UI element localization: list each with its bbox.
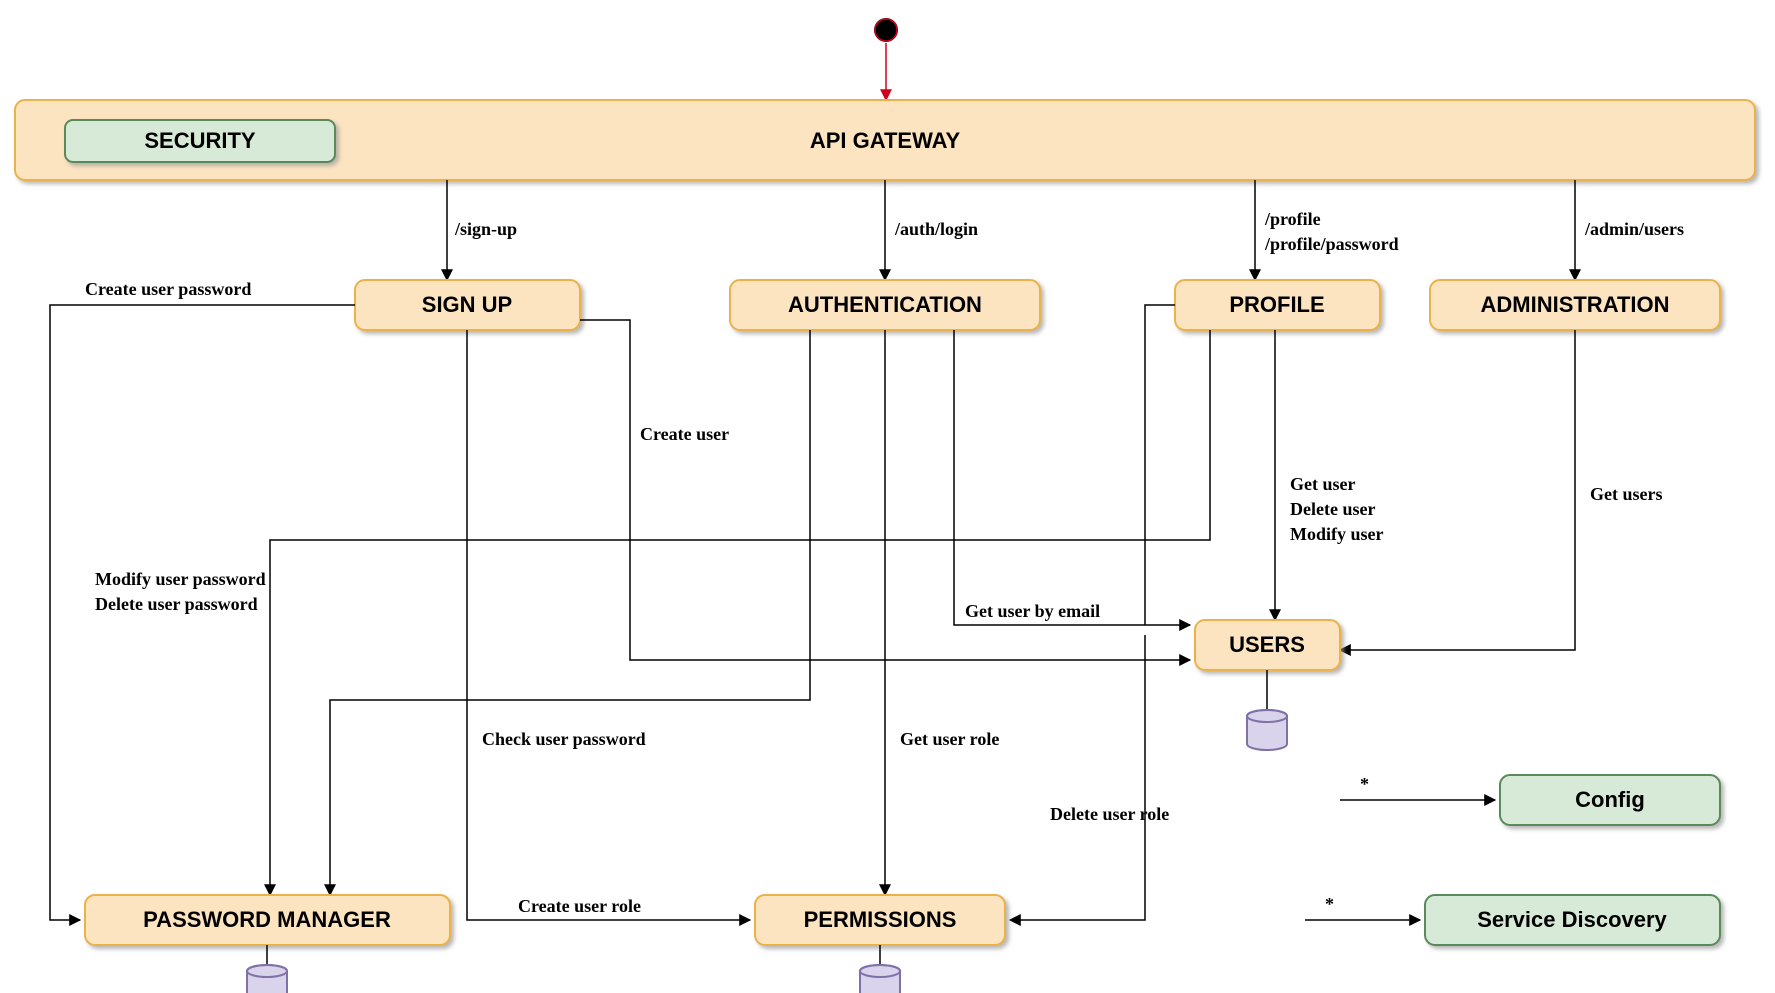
service-discovery-label: Service Discovery <box>1477 907 1667 932</box>
label-get-user-role: Get user role <box>900 729 999 749</box>
label-modify-user: Modify user <box>1290 524 1384 544</box>
service-discovery-box: Service Discovery <box>1425 895 1720 945</box>
label-delete-user: Delete user <box>1290 499 1375 519</box>
users-box: USERS <box>1195 620 1340 670</box>
password-manager-label: PASSWORD MANAGER <box>143 907 391 932</box>
permissions-label: PERMISSIONS <box>804 907 957 932</box>
edge-admin-users <box>1340 330 1575 650</box>
edge-signup-permissions <box>467 330 750 920</box>
label-star2: * <box>1325 894 1334 914</box>
users-label: USERS <box>1229 632 1305 657</box>
profile-label: PROFILE <box>1229 292 1324 317</box>
label-get-user: Get user <box>1290 474 1355 494</box>
route-profile-2: /profile/password <box>1264 234 1399 254</box>
permissions-db-icon <box>860 965 900 993</box>
architecture-diagram: API GATEWAY SECURITY /sign-up /auth/logi… <box>0 0 1775 993</box>
label-modify-user-password: Modify user password <box>95 569 266 589</box>
edge-profile-permissions <box>1010 635 1145 920</box>
permissions-box: PERMISSIONS <box>755 895 1005 945</box>
security-label: SECURITY <box>144 128 256 153</box>
edge-profile-permissions-top <box>1145 305 1175 330</box>
route-profile-1: /profile <box>1264 209 1321 229</box>
password-manager-box: PASSWORD MANAGER <box>85 895 450 945</box>
edge-auth-users <box>954 330 1190 625</box>
route-auth-login: /auth/login <box>894 219 978 239</box>
label-create-user-role: Create user role <box>518 896 641 916</box>
api-gateway-label: API GATEWAY <box>810 128 961 153</box>
sign-up-box: SIGN UP <box>355 280 580 330</box>
label-star1: * <box>1360 774 1369 794</box>
sign-up-label: SIGN UP <box>422 292 512 317</box>
label-create-user-password: Create user password <box>85 279 251 299</box>
security-box: SECURITY <box>65 120 335 162</box>
label-delete-user-password: Delete user password <box>95 594 258 614</box>
authentication-box: AUTHENTICATION <box>730 280 1040 330</box>
label-create-user: Create user <box>640 424 729 444</box>
administration-box: ADMINISTRATION <box>1430 280 1720 330</box>
password-manager-db-icon <box>247 965 287 993</box>
administration-label: ADMINISTRATION <box>1480 292 1669 317</box>
route-admin-users: /admin/users <box>1584 219 1684 239</box>
label-get-users: Get users <box>1590 484 1662 504</box>
authentication-label: AUTHENTICATION <box>788 292 982 317</box>
label-delete-user-role: Delete user role <box>1050 804 1169 824</box>
config-box: Config <box>1500 775 1720 825</box>
route-sign-up: /sign-up <box>454 219 517 239</box>
start-node-icon <box>874 18 898 42</box>
config-label: Config <box>1575 787 1645 812</box>
edge-auth-pwmgr <box>330 330 810 895</box>
label-check-user-password: Check user password <box>482 729 646 749</box>
label-get-user-by-email: Get user by email <box>965 601 1100 621</box>
users-db-icon <box>1247 710 1287 750</box>
profile-box: PROFILE <box>1175 280 1380 330</box>
